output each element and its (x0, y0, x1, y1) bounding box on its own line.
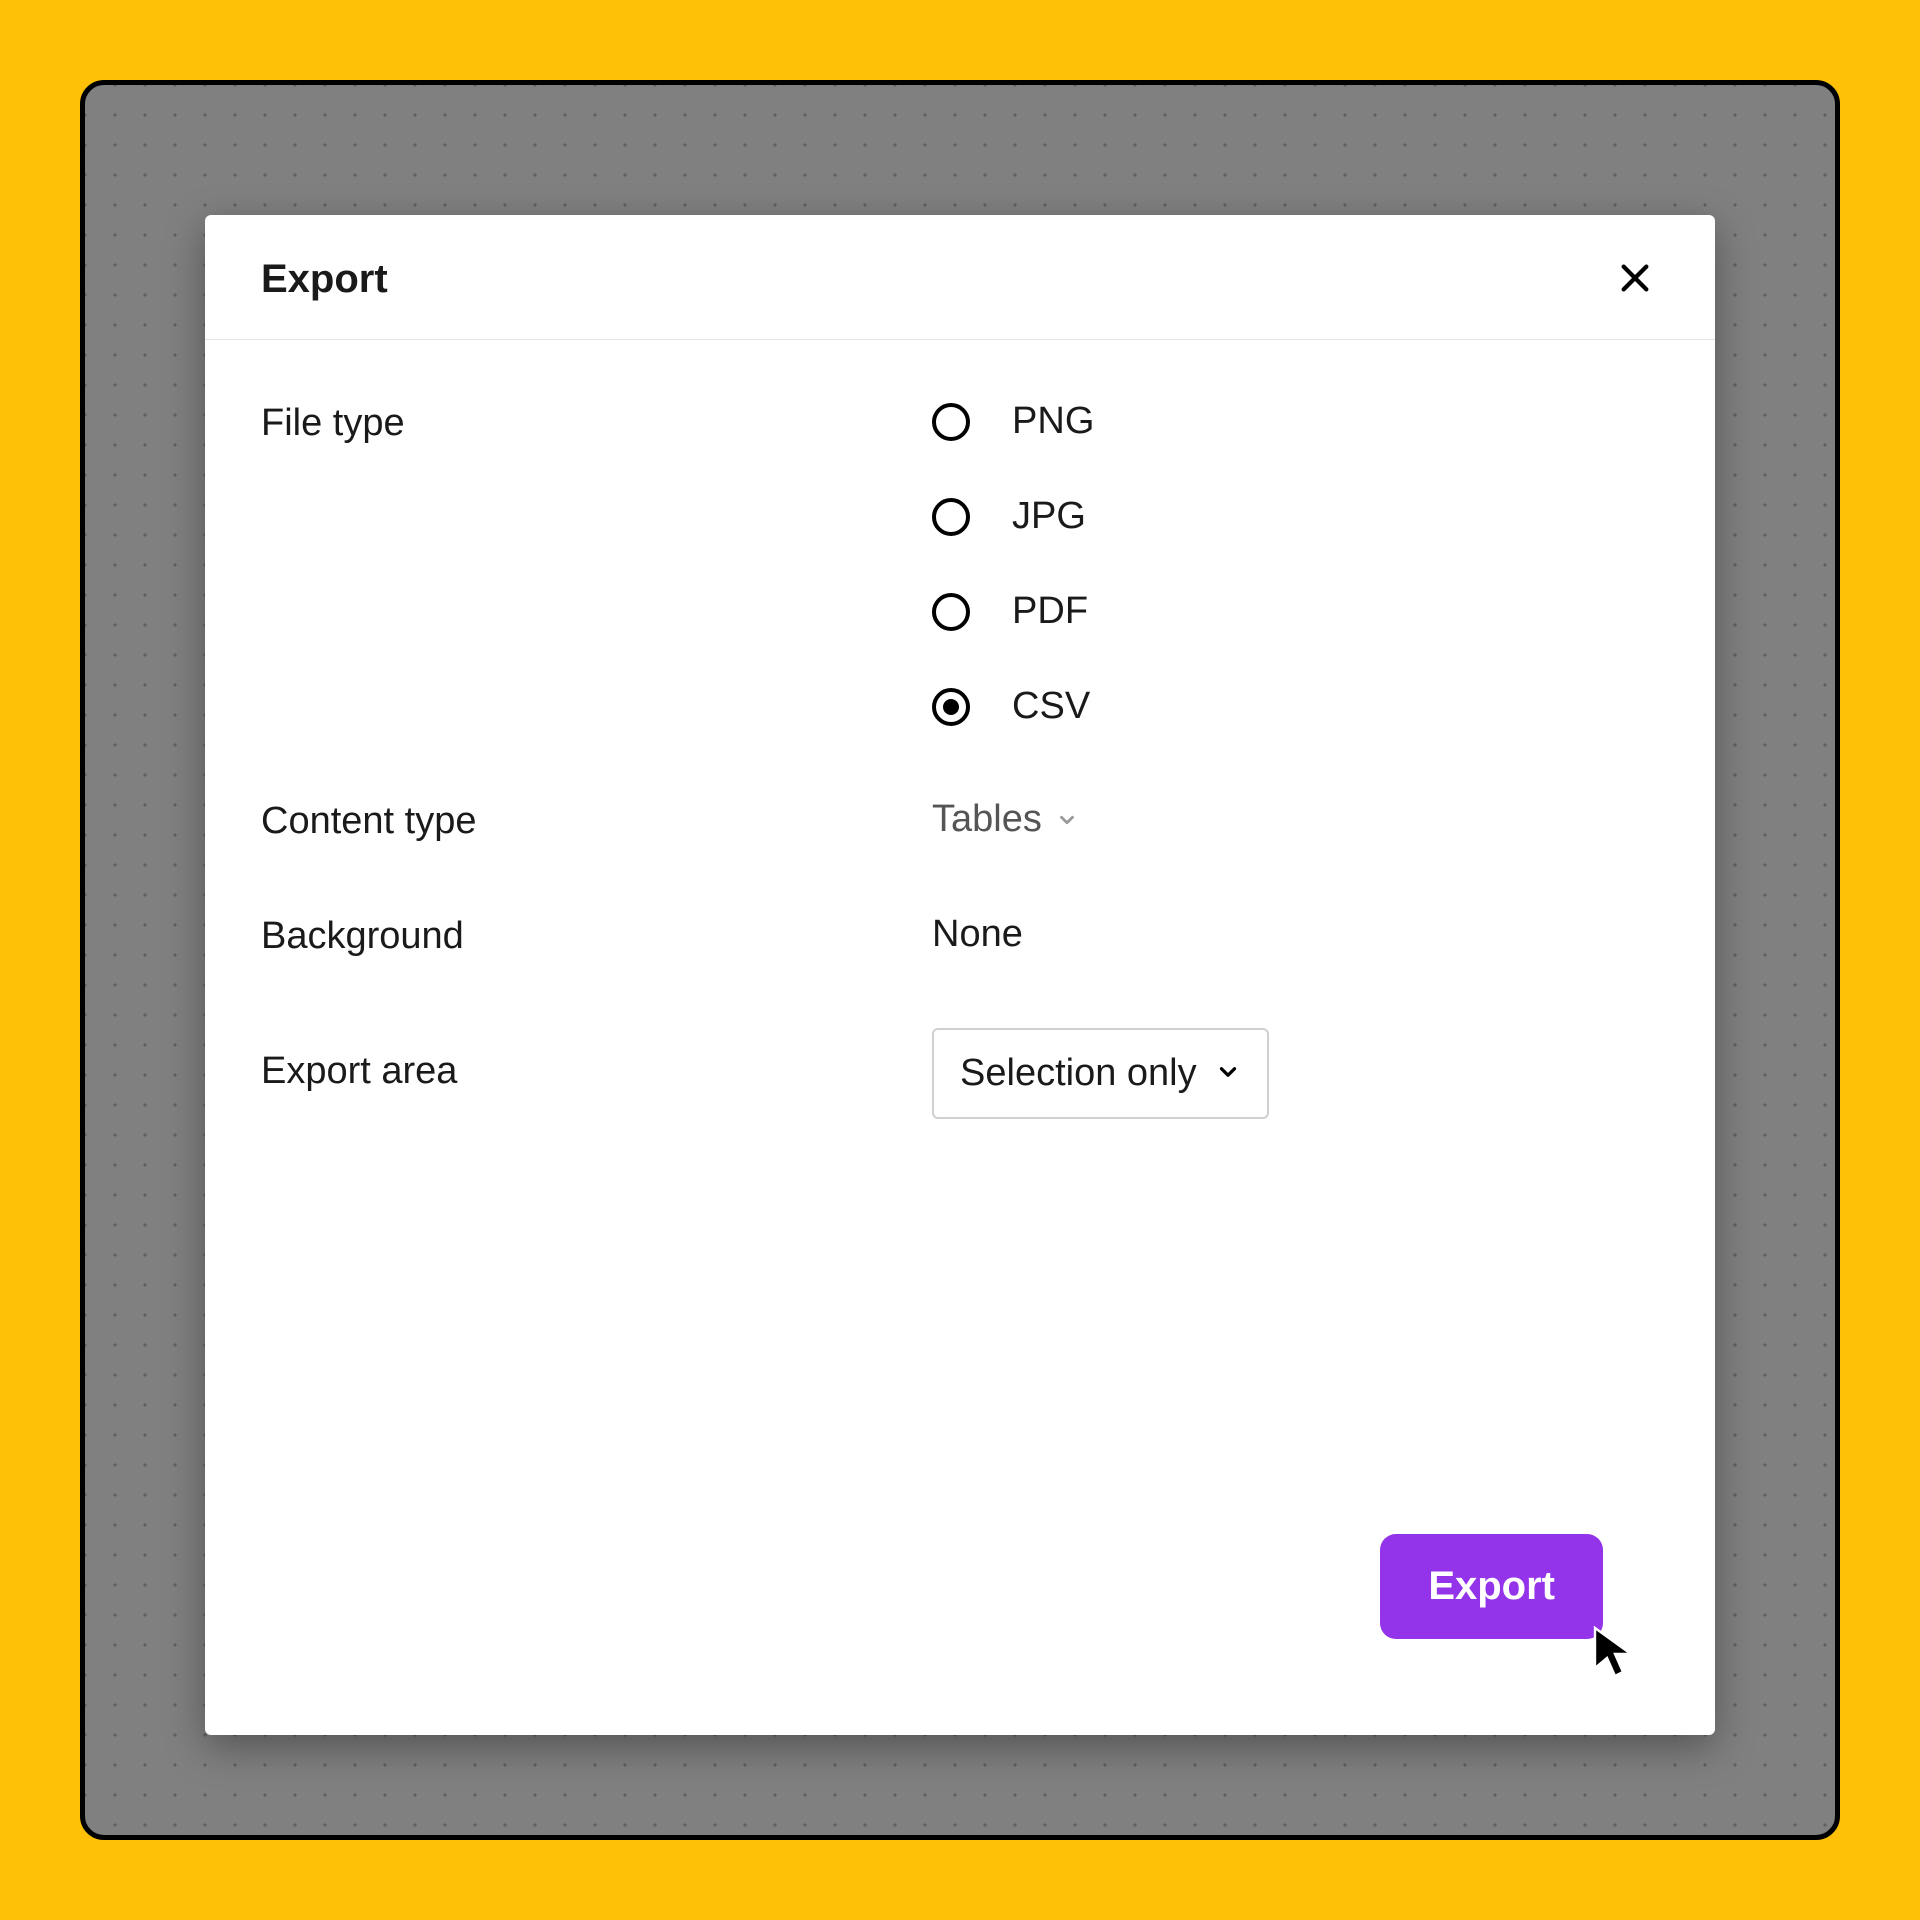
close-button[interactable] (1611, 255, 1659, 303)
dialog-footer: Export (261, 1534, 1659, 1695)
file-type-row: File type PNG JPG PDF (261, 400, 1659, 728)
chevron-down-icon (1215, 1052, 1241, 1095)
radio-label: PDF (1012, 590, 1088, 633)
file-type-radio-jpg[interactable]: JPG (932, 495, 1659, 538)
content-type-select[interactable]: Tables (932, 798, 1078, 841)
file-type-radio-pdf[interactable]: PDF (932, 590, 1659, 633)
background-row: Background None (261, 913, 1659, 958)
radio-label: CSV (1012, 685, 1090, 728)
dialog-body: File type PNG JPG PDF (205, 340, 1715, 1735)
export-area-select[interactable]: Selection only (932, 1028, 1269, 1119)
dialog-header: Export (205, 215, 1715, 340)
export-button[interactable]: Export (1380, 1534, 1603, 1639)
canvas-frame: Export File type PNG (80, 80, 1840, 1840)
chevron-down-icon (1056, 798, 1078, 841)
radio-icon (932, 403, 970, 441)
background-label: Background (261, 913, 932, 958)
file-type-radio-group: PNG JPG PDF CSV (932, 400, 1659, 728)
export-dialog: Export File type PNG (205, 215, 1715, 1735)
dialog-title: Export (261, 257, 388, 302)
close-icon (1618, 261, 1652, 298)
radio-icon (932, 593, 970, 631)
radio-icon (932, 688, 970, 726)
radio-label: PNG (1012, 400, 1094, 443)
export-area-row: Export area Selection only (261, 1028, 1659, 1119)
export-area-value: Selection only (960, 1052, 1197, 1095)
content-type-row: Content type Tables (261, 798, 1659, 843)
background-value: None (932, 913, 1023, 955)
export-area-label: Export area (261, 1028, 932, 1093)
radio-icon (932, 498, 970, 536)
content-type-label: Content type (261, 798, 932, 843)
file-type-label: File type (261, 400, 932, 445)
file-type-radio-csv[interactable]: CSV (932, 685, 1659, 728)
content-type-value: Tables (932, 798, 1042, 841)
file-type-radio-png[interactable]: PNG (932, 400, 1659, 443)
radio-label: JPG (1012, 495, 1086, 538)
